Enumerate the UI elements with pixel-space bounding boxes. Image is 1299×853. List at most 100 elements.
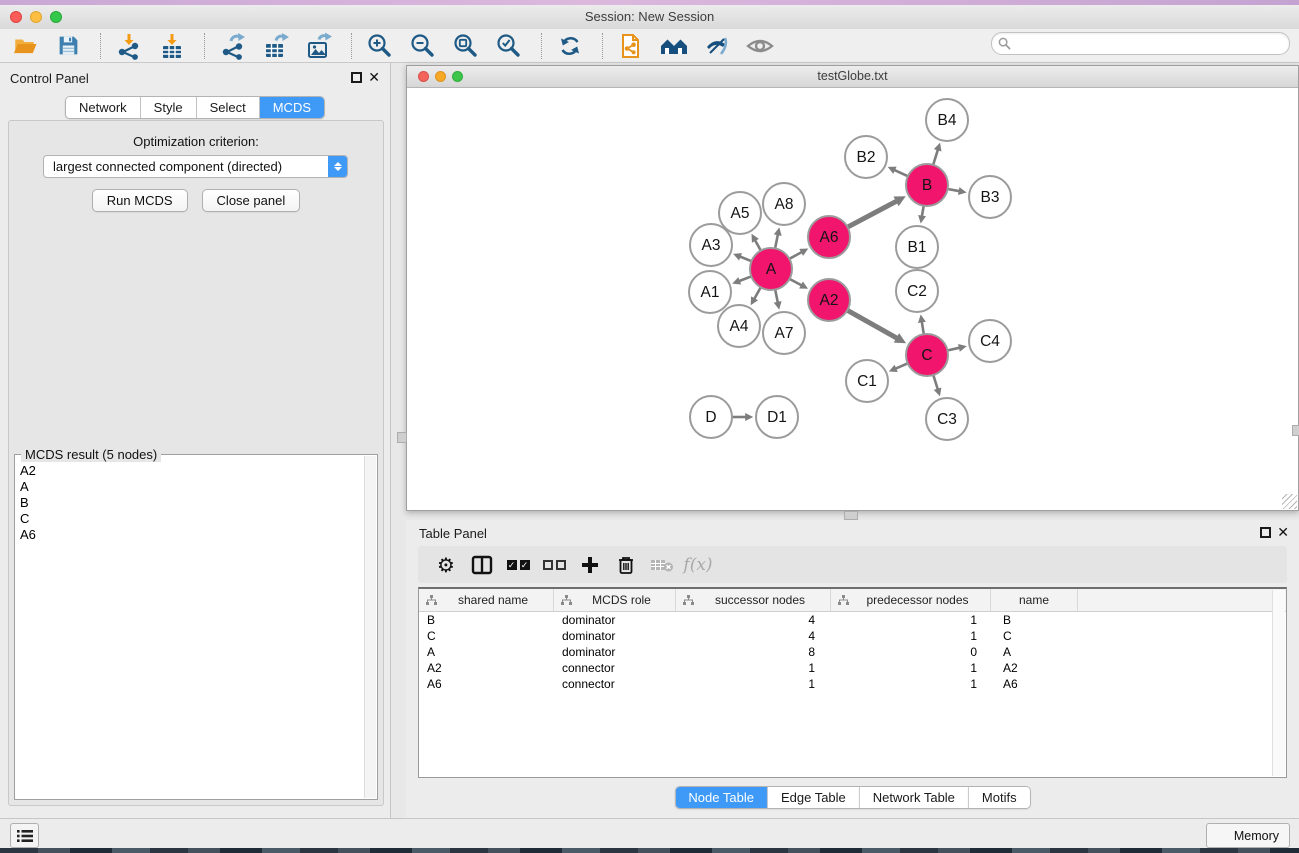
deselect-all-icon[interactable] bbox=[536, 550, 572, 580]
run-mcds-button[interactable]: Run MCDS bbox=[92, 189, 188, 212]
table-cell[interactable]: A6 bbox=[419, 677, 554, 691]
import-table-icon[interactable] bbox=[157, 31, 187, 61]
table-cell[interactable]: 1 bbox=[831, 629, 991, 643]
optimization-criterion-dropdown[interactable]: largest connected component (directed) bbox=[43, 155, 348, 178]
node-table[interactable]: shared nameMCDS rolesuccessor nodesprede… bbox=[418, 587, 1287, 778]
table-cell[interactable]: 4 bbox=[676, 629, 831, 643]
mcds-result-item[interactable]: A6 bbox=[18, 527, 363, 543]
table-cell[interactable]: connector bbox=[554, 677, 676, 691]
graph-node[interactable]: A6 bbox=[808, 216, 850, 258]
tab-network-table[interactable]: Network Table bbox=[860, 787, 969, 808]
graph-node[interactable]: B1 bbox=[896, 226, 938, 268]
table-cell[interactable]: connector bbox=[554, 661, 676, 675]
zoom-selected-icon[interactable] bbox=[494, 31, 524, 61]
table-cell[interactable]: 1 bbox=[831, 613, 991, 627]
refresh-icon[interactable] bbox=[555, 31, 585, 61]
graph-node[interactable]: A2 bbox=[808, 279, 850, 321]
export-image-icon[interactable] bbox=[304, 31, 334, 61]
add-column-icon[interactable] bbox=[572, 550, 608, 580]
table-cell[interactable]: 1 bbox=[676, 677, 831, 691]
close-panel-icon[interactable]: ✕ bbox=[368, 69, 380, 85]
graph-node[interactable]: A7 bbox=[763, 312, 805, 354]
zoom-in-icon[interactable] bbox=[365, 31, 395, 61]
table-cell[interactable]: 0 bbox=[831, 645, 991, 659]
network-graph[interactable]: AA1A2A3A4A5A6A7A8BB1B2B3B4CC1C2C3C4DD1 bbox=[408, 88, 1297, 509]
table-row[interactable]: A2connector11A2 bbox=[419, 660, 1286, 676]
column-header[interactable]: name bbox=[991, 589, 1078, 611]
network-hscroll-nub[interactable] bbox=[844, 511, 858, 520]
import-network-icon[interactable] bbox=[114, 31, 144, 61]
column-header[interactable]: MCDS role bbox=[554, 589, 676, 611]
graph-node[interactable]: A1 bbox=[689, 271, 731, 313]
mcds-result-item[interactable]: C bbox=[18, 511, 363, 527]
table-cell[interactable]: A bbox=[991, 645, 1078, 659]
table-cell[interactable]: C bbox=[991, 629, 1078, 643]
open-folder-icon[interactable] bbox=[10, 31, 40, 61]
float-panel-icon[interactable] bbox=[1260, 527, 1271, 538]
table-cell[interactable]: A2 bbox=[991, 661, 1078, 675]
graph-node[interactable]: A8 bbox=[763, 183, 805, 225]
graph-node[interactable]: B3 bbox=[969, 176, 1011, 218]
graph-node[interactable]: A bbox=[750, 248, 792, 290]
table-row[interactable]: Cdominator41C bbox=[419, 628, 1286, 644]
houses-icon[interactable] bbox=[659, 31, 689, 61]
graph-node[interactable]: C3 bbox=[926, 398, 968, 440]
table-cell[interactable]: 8 bbox=[676, 645, 831, 659]
tab-style[interactable]: Style bbox=[141, 97, 197, 118]
document-network-icon[interactable] bbox=[616, 31, 646, 61]
graph-node[interactable]: A5 bbox=[719, 192, 761, 234]
eye-icon[interactable] bbox=[745, 31, 775, 61]
tab-node-table[interactable]: Node Table bbox=[675, 787, 768, 808]
table-cell[interactable]: 4 bbox=[676, 613, 831, 627]
function-icon[interactable]: f(x) bbox=[680, 550, 716, 580]
table-cell[interactable]: C bbox=[419, 629, 554, 643]
table-row[interactable]: Adominator80A bbox=[419, 644, 1286, 660]
column-header[interactable]: predecessor nodes bbox=[831, 589, 991, 611]
window-resize-grip[interactable] bbox=[1282, 494, 1297, 509]
table-cell[interactable]: 1 bbox=[831, 677, 991, 691]
tab-select[interactable]: Select bbox=[197, 97, 260, 118]
close-panel-icon[interactable]: ✕ bbox=[1277, 524, 1289, 540]
graph-node[interactable]: A4 bbox=[718, 305, 760, 347]
table-cell[interactable]: dominator bbox=[554, 629, 676, 643]
network-window-titlebar[interactable]: testGlobe.txt bbox=[407, 66, 1298, 88]
close-panel-button[interactable]: Close panel bbox=[202, 189, 301, 212]
hide-visibility-icon[interactable] bbox=[702, 31, 732, 61]
graph-node[interactable]: B2 bbox=[845, 136, 887, 178]
table-cell[interactable]: B bbox=[419, 613, 554, 627]
graph-node[interactable]: D bbox=[690, 396, 732, 438]
export-table-icon[interactable] bbox=[261, 31, 291, 61]
mcds-result-item[interactable]: A bbox=[18, 479, 363, 495]
network-canvas[interactable]: AA1A2A3A4A5A6A7A8BB1B2B3B4CC1C2C3C4DD1 bbox=[408, 88, 1297, 509]
select-all-icon[interactable]: ✓✓ bbox=[500, 550, 536, 580]
zoom-fit-icon[interactable] bbox=[451, 31, 481, 61]
delete-icon[interactable] bbox=[608, 550, 644, 580]
network-vscroll-nub-right[interactable] bbox=[1292, 425, 1299, 436]
graph-node[interactable]: C4 bbox=[969, 320, 1011, 362]
table-cell[interactable]: B bbox=[991, 613, 1078, 627]
tab-motifs[interactable]: Motifs bbox=[969, 787, 1030, 808]
graph-node[interactable]: C bbox=[906, 334, 948, 376]
graph-node[interactable]: B bbox=[906, 164, 948, 206]
table-cell[interactable]: A bbox=[419, 645, 554, 659]
graph-edge[interactable] bbox=[846, 309, 898, 338]
table-cell[interactable]: 1 bbox=[676, 661, 831, 675]
table-cell[interactable]: dominator bbox=[554, 645, 676, 659]
network-vscroll-nub[interactable] bbox=[397, 432, 407, 443]
table-cell[interactable]: dominator bbox=[554, 613, 676, 627]
mcds-result-scrollbar[interactable] bbox=[364, 456, 376, 798]
save-icon[interactable] bbox=[53, 31, 83, 61]
search-input[interactable] bbox=[1011, 35, 1289, 52]
graph-edge[interactable] bbox=[846, 201, 897, 228]
table-cell[interactable]: A2 bbox=[419, 661, 554, 675]
task-history-button[interactable] bbox=[10, 823, 39, 848]
graph-node[interactable]: D1 bbox=[756, 396, 798, 438]
table-row[interactable]: A6connector11A6 bbox=[419, 676, 1286, 692]
graph-node[interactable]: B4 bbox=[926, 99, 968, 141]
zoom-out-icon[interactable] bbox=[408, 31, 438, 61]
table-cell[interactable]: 1 bbox=[831, 661, 991, 675]
mcds-result-item[interactable]: A2 bbox=[18, 463, 363, 479]
tab-edge-table[interactable]: Edge Table bbox=[768, 787, 860, 808]
table-scrollbar[interactable] bbox=[1272, 590, 1285, 776]
graph-node[interactable]: C1 bbox=[846, 360, 888, 402]
